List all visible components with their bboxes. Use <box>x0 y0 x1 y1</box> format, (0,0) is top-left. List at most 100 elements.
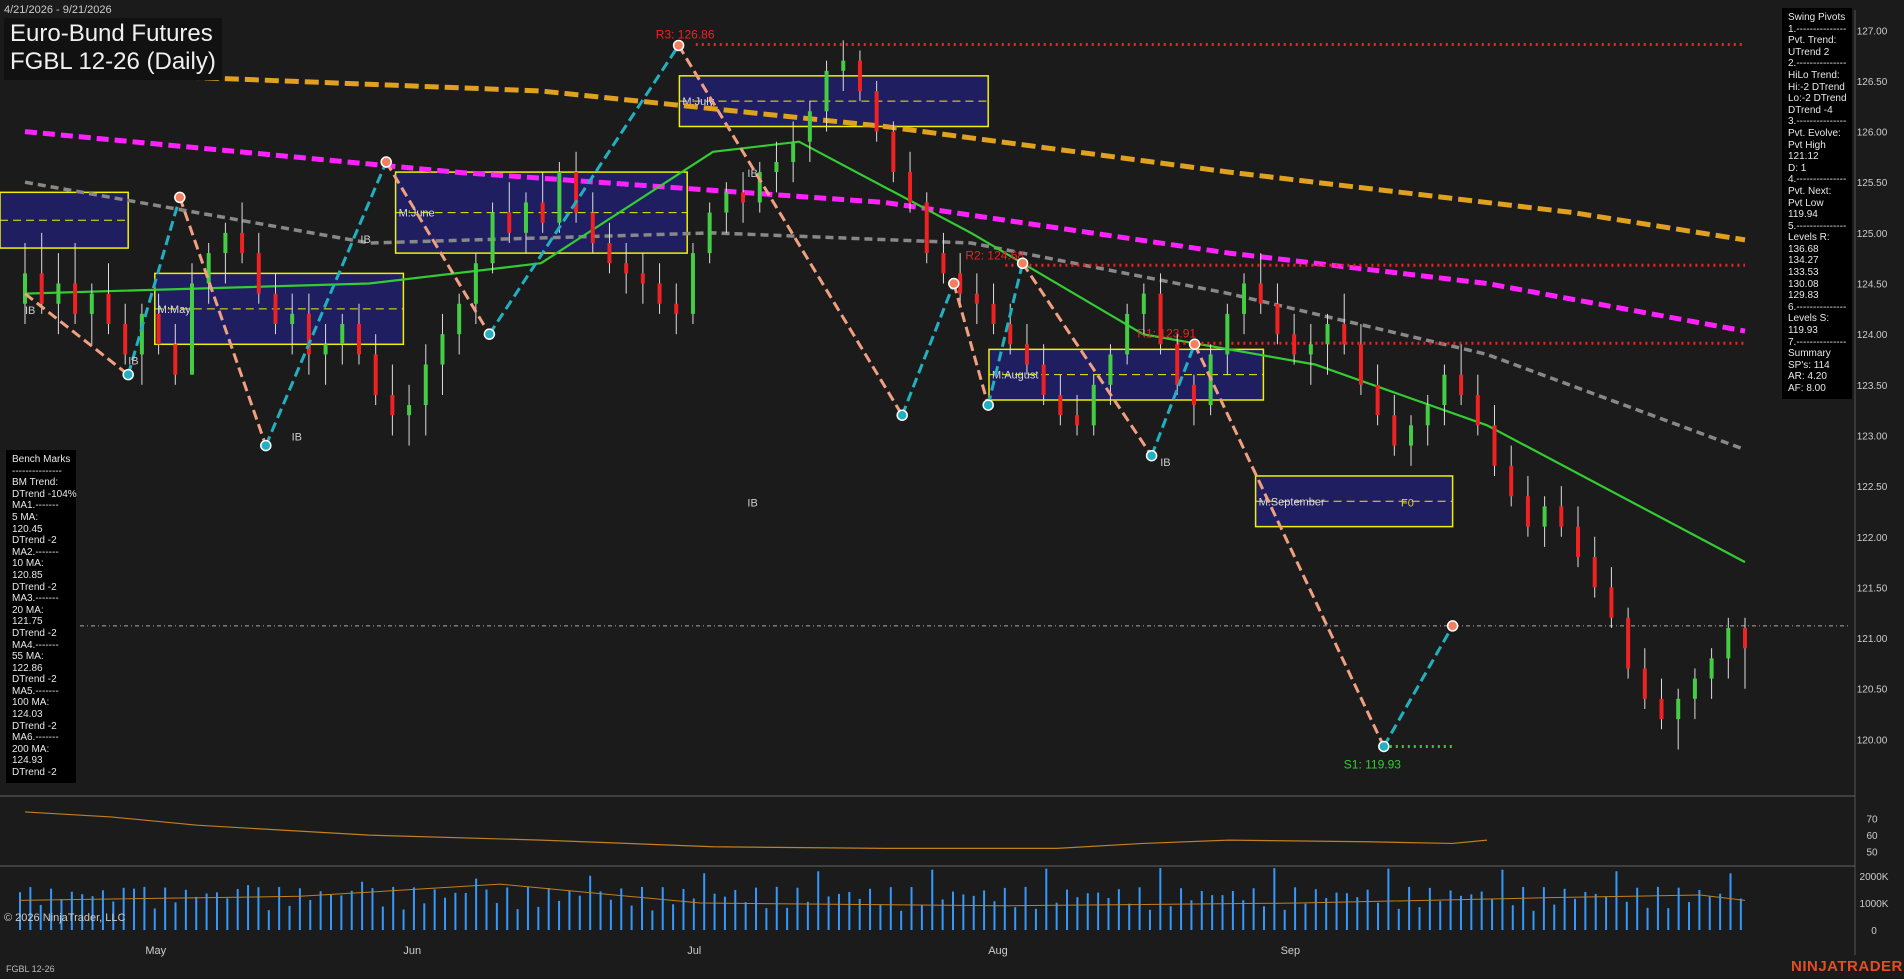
swing-zigzag-segment <box>1193 343 1386 748</box>
candle-body <box>824 70 829 112</box>
swing_pivots-line: 6.--------------- <box>1788 301 1847 313</box>
pivot-label: R2: 124.68 <box>965 248 1024 262</box>
candle-body <box>1041 364 1046 395</box>
candle-body <box>791 141 796 162</box>
oscillator-tick-label: 70 <box>1866 815 1878 826</box>
candle-body <box>507 212 512 233</box>
swing_pivots-line: SP's: 114 <box>1788 359 1830 371</box>
swing_pivots-line: 2.--------------- <box>1788 58 1847 70</box>
candle-body <box>707 212 712 254</box>
bench_marks-line: 124.03 <box>12 709 43 721</box>
candle-body <box>991 303 996 325</box>
bench_marks-line: MA6.------- <box>12 732 59 744</box>
swing_pivots-line: 133.53 <box>1788 267 1819 279</box>
candle-body <box>1509 465 1514 497</box>
pivot-label: R1: 123.91 <box>1137 326 1196 340</box>
candle-body <box>523 202 528 233</box>
pivot-label: S1: 119.93 <box>1344 757 1401 771</box>
swing_pivots-line: 136.68 <box>1788 243 1819 255</box>
candle-body <box>1275 303 1280 335</box>
oscillator-tick-label: 60 <box>1866 831 1878 842</box>
candle-body <box>356 324 361 355</box>
candle-body <box>807 111 812 142</box>
candle-body <box>273 293 278 325</box>
candle-body <box>89 293 94 314</box>
candle-body <box>941 253 946 274</box>
candle-body <box>1609 587 1614 618</box>
candle-body <box>908 172 913 203</box>
bench-marks-panel: Bench Marks --------------- BM Trend: DTren… <box>6 450 77 783</box>
candle-body <box>290 313 295 325</box>
price-tick-label: 123.50 <box>1857 381 1888 392</box>
price-tick-label: 126.00 <box>1857 128 1888 139</box>
swing_pivots-line: 5.--------------- <box>1788 220 1847 232</box>
candle-body <box>1225 313 1230 355</box>
candle-body <box>1175 344 1180 385</box>
candle-body <box>1242 283 1247 314</box>
swing_pivots-line: Pvt Low <box>1788 197 1824 209</box>
bench_marks-line: DTrend -2 <box>12 767 57 779</box>
candle-body <box>724 192 729 213</box>
price-tick-label: 125.50 <box>1857 178 1888 189</box>
volume-tick-label: 0 <box>1871 926 1877 937</box>
ib-label: IB <box>747 497 757 509</box>
price-tick-label: 120.50 <box>1857 685 1888 696</box>
monthly-box-label: M:August <box>992 370 1038 382</box>
swing_pivots-line: 130.08 <box>1788 278 1819 290</box>
price-tick-label: 121.00 <box>1857 634 1888 645</box>
bench_marks-line: BM Trend: <box>12 477 59 489</box>
bench_marks-line: 55 MA: <box>12 651 44 663</box>
swing-pivot-marker <box>483 328 496 340</box>
price-tick-label: 127.00 <box>1857 26 1888 37</box>
candle-body <box>674 303 679 314</box>
swing-pivot-marker <box>174 191 186 204</box>
swing_pivots-line: HiLo Trend: <box>1788 69 1840 81</box>
month-label: May <box>145 945 166 957</box>
swing-pivot-marker <box>1016 257 1029 269</box>
swing_pivots-line: AR: 4.20 <box>1788 371 1827 383</box>
candle-body <box>1592 557 1597 588</box>
swing_pivots-line: 129.83 <box>1788 290 1819 302</box>
candle-body <box>1342 324 1347 345</box>
ib-label: IB <box>292 432 302 444</box>
bench_marks-line: 10 MA: <box>12 558 44 570</box>
oscillator-line <box>24 811 1488 850</box>
price-tick-label: 120.00 <box>1857 735 1888 746</box>
bench_marks-line: MA5.------- <box>12 685 59 697</box>
candle-body <box>1191 384 1196 406</box>
candle-body <box>640 273 645 284</box>
month-label: Sep <box>1281 945 1301 957</box>
bench_marks-line: 120.45 <box>12 523 43 535</box>
swing_pivots-line: Pvt. Trend: <box>1788 35 1837 47</box>
date-range: 4/21/2026 - 9/21/2026 <box>4 4 112 16</box>
candle-body <box>1292 334 1297 355</box>
candle-body <box>423 364 428 406</box>
candle-body <box>39 273 44 304</box>
candle-body <box>156 313 161 345</box>
bench_marks-line: DTrend -2 <box>12 627 57 639</box>
candle-body <box>857 60 862 92</box>
candle-body <box>1108 354 1113 385</box>
candle-body <box>607 242 612 264</box>
candle-body <box>189 283 194 375</box>
price-tick-label: 121.50 <box>1857 583 1888 594</box>
price-tick-label: 126.50 <box>1857 77 1888 88</box>
candle-body <box>1459 374 1464 395</box>
candle-body <box>323 344 328 355</box>
bench_marks-line: DTrend -2 <box>12 720 57 732</box>
footer-symbol: FGBL 12-26 <box>6 964 55 974</box>
swing-pivot-marker <box>380 156 392 168</box>
candle-body <box>173 344 178 375</box>
bench_marks-line: 5 MA: <box>12 511 39 523</box>
candle-body <box>256 253 261 294</box>
price-chart[interactable]: 127.00 126.50 126.00 125.50 125.00 124.50 124.… <box>0 0 1904 979</box>
candle-body <box>1576 526 1581 558</box>
candle-body <box>123 324 128 355</box>
candle-body <box>891 131 896 173</box>
candle-body <box>557 172 562 223</box>
candle-body <box>590 212 595 243</box>
candle-body <box>1325 324 1330 345</box>
month-label: Aug <box>988 945 1008 957</box>
swing_pivots-line: AF: 8.00 <box>1788 383 1826 394</box>
swing_pivots-line: Pvt. Evolve: <box>1788 127 1841 139</box>
